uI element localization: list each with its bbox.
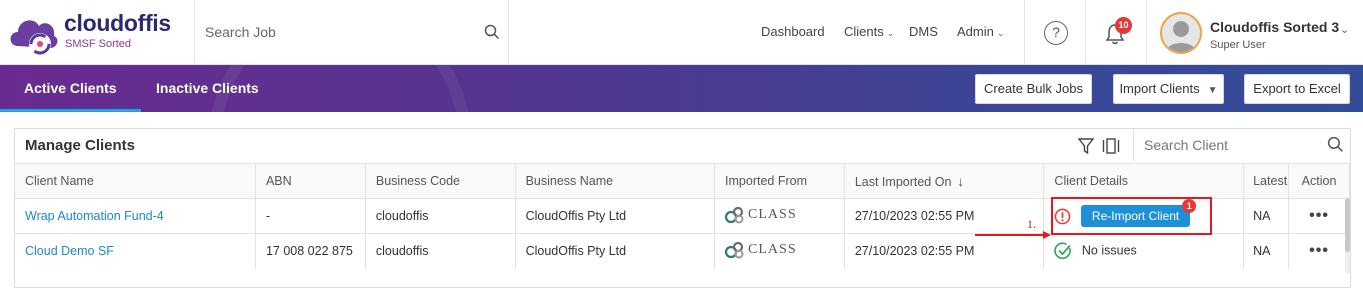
divider <box>1146 0 1147 65</box>
user-icon <box>1166 21 1196 52</box>
filter-icon[interactable] <box>1077 137 1095 160</box>
divider <box>1085 0 1086 65</box>
chevron-down-icon: ⌄ <box>886 28 895 38</box>
column-header-last-imported[interactable]: Last Imported On ↓ <box>844 163 1045 199</box>
table-header-row: Client Name ABN Business Code Business N… <box>15 163 1350 199</box>
scrollbar-thumb[interactable] <box>1345 198 1350 252</box>
client-name-link[interactable]: Cloud Demo SF <box>15 233 256 269</box>
nav-dashboard[interactable]: Dashboard <box>761 24 825 39</box>
more-actions-icon[interactable]: ••• <box>1309 207 1329 224</box>
class-logo-icon <box>725 206 744 223</box>
action-cell: ••• <box>1288 233 1350 269</box>
abn-cell: 17 008 022 875 <box>255 233 366 269</box>
column-header[interactable]: Latest <box>1243 163 1290 199</box>
nav-dms[interactable]: DMS <box>909 24 938 39</box>
business-name-cell: CloudOffis Pty Ltd <box>515 198 716 234</box>
class-logo-text: CLASS <box>748 241 797 257</box>
latest-cell: NA <box>1243 198 1290 234</box>
nav-admin-label: Admin <box>957 24 994 39</box>
abn-cell: - <box>255 198 366 234</box>
column-header[interactable]: Client Details <box>1043 163 1245 199</box>
annotation-arrow-icon <box>975 231 1051 239</box>
tab-inactive-clients[interactable]: Inactive Clients <box>132 65 283 112</box>
column-header-label: Last Imported On <box>854 174 952 189</box>
brand-name: cloudoffis <box>64 10 171 36</box>
latest-cell: NA <box>1243 233 1290 269</box>
cloudoffis-logo[interactable]: cloudoffis SMSF Sorted <box>6 6 186 58</box>
search-icon[interactable] <box>484 24 500 45</box>
last-imported-cell: 27/10/2023 02:55 PM <box>844 198 1045 234</box>
column-header[interactable]: Business Code <box>365 163 516 199</box>
nav-clients[interactable]: Clients ⌄ <box>844 24 894 39</box>
business-code-cell: cloudoffis <box>365 233 516 269</box>
client-details-cell: No issues <box>1043 233 1245 269</box>
column-header[interactable]: Client Name <box>15 163 256 199</box>
panel-title: Manage Clients <box>25 137 136 154</box>
business-code-cell: cloudoffis <box>365 198 516 234</box>
more-actions-icon[interactable]: ••• <box>1309 242 1329 259</box>
chevron-down-icon[interactable]: ⌄ <box>1340 23 1349 36</box>
caret-down-icon: ▼ <box>1207 85 1218 96</box>
annotation-step-label: 1. <box>1027 217 1036 231</box>
nav-dms-label: DMS <box>909 24 938 39</box>
import-clients-label: Import Clients <box>1119 81 1200 96</box>
class-logo: CLASS <box>725 206 797 224</box>
class-logo: CLASS <box>725 241 797 259</box>
tab-label: Inactive Clients <box>156 80 259 96</box>
search-job-box <box>195 0 508 65</box>
search-job-input[interactable] <box>195 18 475 46</box>
no-issues-text: No issues <box>1081 243 1137 258</box>
highlight-box <box>1051 197 1212 235</box>
column-header: Action <box>1288 163 1350 199</box>
user-name[interactable]: Cloudoffis Sorted 3 <box>1210 19 1339 35</box>
create-bulk-jobs-button[interactable]: Create Bulk Jobs <box>975 74 1092 104</box>
import-clients-dropdown[interactable]: Import Clients ▼ <box>1113 74 1224 104</box>
top-bar: cloudoffis SMSF Sorted Dashboard Clients… <box>0 0 1363 65</box>
tab-label: Active Clients <box>24 80 117 96</box>
tab-active-clients[interactable]: Active Clients <box>0 65 141 112</box>
client-search-box <box>1133 129 1352 162</box>
nav-admin[interactable]: Admin ⌄ <box>957 24 1004 39</box>
search-icon[interactable] <box>1327 136 1344 158</box>
nav-clients-label: Clients <box>844 24 884 39</box>
business-name-cell: CloudOffis Pty Ltd <box>515 233 716 269</box>
check-circle-icon <box>1054 242 1072 260</box>
divider <box>508 0 509 65</box>
client-name-link[interactable]: Wrap Automation Fund-4 <box>15 198 256 234</box>
client-tabs-bar: Active Clients Inactive Clients Create B… <box>0 65 1363 112</box>
table-row: Cloud Demo SF 17 008 022 875 cloudoffis … <box>15 233 1350 269</box>
chevron-down-icon: ⌄ <box>996 28 1005 38</box>
column-header[interactable]: Imported From <box>714 163 845 199</box>
column-header[interactable]: Business Name <box>515 163 716 199</box>
avatar[interactable] <box>1160 12 1202 54</box>
brand-subtitle: SMSF Sorted <box>65 38 132 50</box>
class-logo-text: CLASS <box>748 206 797 222</box>
divider <box>1024 0 1025 65</box>
notification-badge: 10 <box>1115 17 1132 34</box>
cloud-logo-icon <box>10 20 58 55</box>
action-cell: ••• <box>1288 198 1350 234</box>
column-header[interactable]: ABN <box>255 163 366 199</box>
imported-from-cell: CLASS <box>714 233 845 269</box>
search-client-input[interactable] <box>1144 134 1314 156</box>
export-excel-button[interactable]: Export to Excel <box>1244 74 1350 104</box>
imported-from-cell: CLASS <box>714 198 845 234</box>
sort-down-icon[interactable]: ↓ <box>957 174 964 189</box>
columns-icon[interactable] <box>1102 137 1120 160</box>
user-role: Super User <box>1210 39 1266 51</box>
class-logo-icon <box>725 241 744 259</box>
help-icon[interactable]: ? <box>1044 21 1068 45</box>
nav-dashboard-label: Dashboard <box>761 24 825 39</box>
